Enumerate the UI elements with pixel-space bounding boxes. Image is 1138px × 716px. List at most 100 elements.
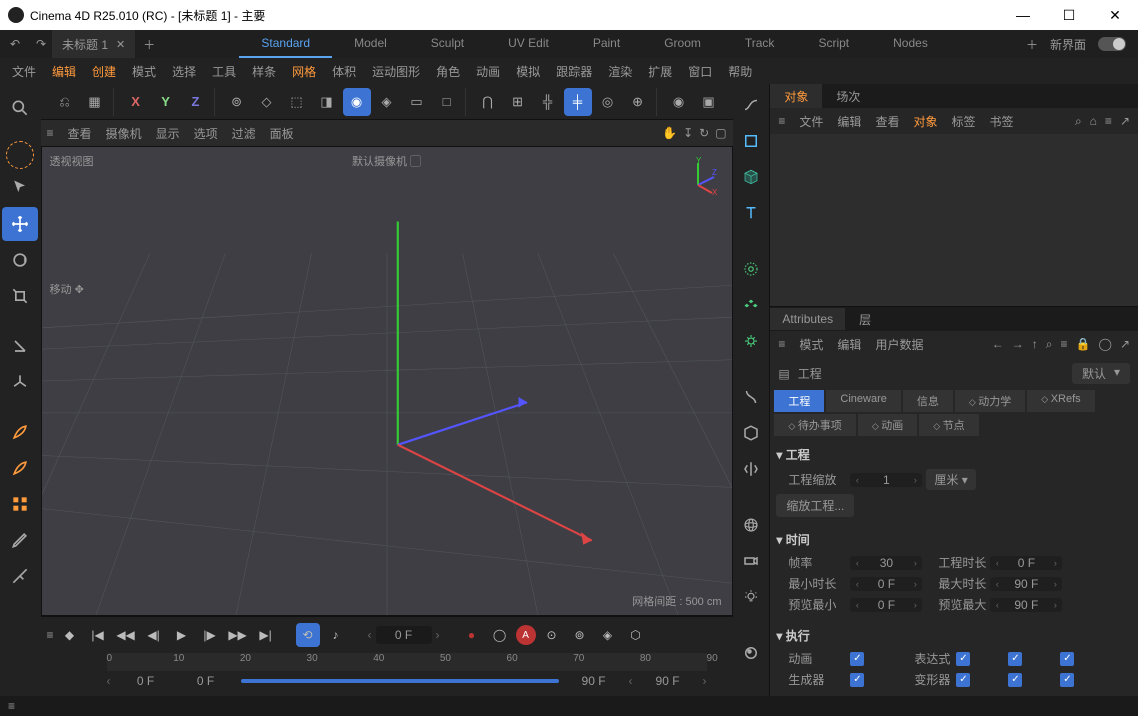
autokey-button[interactable]: A — [516, 625, 536, 645]
filter-icon[interactable]: ≡ — [1061, 337, 1068, 352]
cursor-tool[interactable] — [2, 171, 38, 205]
hamburger-icon[interactable]: ≡ — [778, 114, 785, 128]
text-icon[interactable] — [736, 198, 766, 228]
field[interactable]: ‹0 F› — [850, 577, 922, 591]
hamburger-icon[interactable]: ≡ — [778, 337, 785, 351]
menu-11[interactable]: 动画 — [476, 63, 500, 80]
search-icon[interactable]: ⌕ — [1075, 114, 1082, 129]
vp-menu-view[interactable]: 查看 — [68, 125, 92, 142]
obj-menu-file[interactable]: 文件 — [799, 113, 823, 130]
unit-select[interactable]: 厘米 ▾ — [926, 469, 975, 490]
plane-icon[interactable]: ▭ — [403, 88, 431, 116]
play-button[interactable]: ▶ — [170, 623, 194, 647]
vp-menu-filter[interactable]: 过滤 — [232, 125, 256, 142]
cube-primitive-icon[interactable] — [736, 162, 766, 192]
tab-layer[interactable]: 层 — [845, 307, 885, 332]
crumb-label[interactable]: 工程 — [798, 365, 822, 382]
attr-menu-edit[interactable]: 编辑 — [837, 336, 861, 353]
move-tool[interactable] — [2, 207, 38, 241]
checkbox[interactable]: ✓ — [1008, 673, 1022, 687]
next-frame-button[interactable]: |▶ — [198, 623, 222, 647]
render-region-icon[interactable]: ▣ — [695, 88, 723, 116]
range-end[interactable]: 90 F — [569, 674, 619, 688]
cube-solid-icon[interactable]: ◉ — [343, 88, 371, 116]
attr-tab-5[interactable]: 待办事项 — [774, 414, 855, 436]
layout-tab-script[interactable]: Script — [796, 30, 871, 58]
field[interactable]: ‹30› — [850, 556, 922, 570]
magnet-icon[interactable]: ⋂ — [474, 88, 502, 116]
prev-frame-button[interactable]: ◀| — [142, 623, 166, 647]
layout-tab-uv edit[interactable]: UV Edit — [486, 30, 571, 58]
layout-tab-track[interactable]: Track — [723, 30, 797, 58]
history-icon[interactable]: ⎌ — [51, 88, 79, 116]
menu-4[interactable]: 选择 — [172, 63, 196, 80]
rect-primitive-icon[interactable] — [736, 126, 766, 156]
field[interactable]: ‹0 F› — [850, 598, 922, 612]
attr-tab-2[interactable]: 信息 — [903, 390, 953, 412]
menu-1[interactable]: 编辑 — [52, 63, 76, 80]
crumb-select[interactable]: 默认▾ — [1072, 363, 1130, 384]
field[interactable]: ‹90 F› — [990, 598, 1062, 612]
menu-13[interactable]: 跟踪器 — [556, 63, 592, 80]
material-icon[interactable] — [736, 638, 766, 668]
attr-tab-6[interactable]: 动画 — [858, 414, 917, 436]
popout-icon[interactable]: ↗ — [1120, 114, 1130, 129]
rotate-tool[interactable] — [2, 243, 38, 277]
camera-icon[interactable] — [736, 546, 766, 576]
new-icon[interactable]: ◯ — [1099, 337, 1112, 352]
obj-menu-bookmarks[interactable]: 书签 — [989, 113, 1013, 130]
axis-gizmo[interactable]: Y Z X — [678, 157, 718, 197]
layout-add-icon[interactable]: ＋ — [1026, 36, 1038, 53]
loop-button[interactable]: ⟲ — [296, 623, 320, 647]
obj-menu-view[interactable]: 查看 — [875, 113, 899, 130]
tab-takes[interactable]: 场次 — [822, 84, 874, 109]
goto-start-button[interactable]: |◀ — [86, 623, 110, 647]
obj-menu-objects[interactable]: 对象 — [913, 113, 937, 130]
vp-menu-camera[interactable]: 摄像机 — [106, 125, 142, 142]
attr-tab-1[interactable]: Cineware — [826, 390, 900, 412]
next-key-button[interactable]: ▶▶ — [226, 623, 250, 647]
effector-icon[interactable] — [736, 326, 766, 356]
play-marker-icon[interactable]: ◆ — [58, 623, 82, 647]
tab-objects[interactable]: 对象 — [770, 84, 822, 109]
keyframe-button[interactable]: ◯ — [488, 623, 512, 647]
checkbox[interactable]: ✓ — [850, 652, 864, 666]
light-icon[interactable] — [736, 582, 766, 612]
timeline-ruler[interactable]: 0102030405060708090 — [107, 653, 707, 671]
vp-rotate-icon[interactable]: ↻ — [699, 126, 709, 140]
cloner-icon[interactable] — [2, 487, 38, 521]
axis-x[interactable]: X — [122, 88, 150, 116]
vp-menu-panel[interactable]: 面板 — [270, 125, 294, 142]
layout-tab-sculpt[interactable]: Sculpt — [409, 30, 486, 58]
current-frame[interactable]: 0 F — [376, 626, 432, 644]
maximize-button[interactable]: ☐ — [1046, 0, 1092, 30]
symmetry-icon[interactable] — [736, 454, 766, 484]
field[interactable]: ‹0 F› — [990, 556, 1062, 570]
nav-back-icon[interactable]: ← — [992, 337, 1004, 352]
menu-6[interactable]: 样条 — [252, 63, 276, 80]
key-scale-icon[interactable]: ◈ — [596, 623, 620, 647]
field-icon[interactable] — [736, 254, 766, 284]
globe-icon[interactable] — [736, 510, 766, 540]
axis-z[interactable]: Z — [182, 88, 210, 116]
obj-menu-edit[interactable]: 编辑 — [837, 113, 861, 130]
checkbox[interactable]: ✓ — [1008, 652, 1022, 666]
goto-end-button[interactable]: ▶| — [254, 623, 278, 647]
scene-icon[interactable] — [736, 418, 766, 448]
home-icon[interactable]: ⌂ — [1090, 114, 1097, 129]
layout-tab-groom[interactable]: Groom — [642, 30, 723, 58]
add-document-tab[interactable]: ＋ — [135, 36, 163, 53]
range-end2[interactable]: 90 F — [643, 674, 693, 688]
layout-tab-standard[interactable]: Standard — [239, 30, 332, 58]
minimize-button[interactable]: — — [1000, 0, 1046, 30]
newui-toggle[interactable] — [1098, 37, 1126, 51]
menu-17[interactable]: 帮助 — [728, 63, 752, 80]
prev-key-button[interactable]: ◀◀ — [114, 623, 138, 647]
filter-icon[interactable]: ≡ — [1105, 114, 1112, 129]
mograph-icon[interactable] — [736, 290, 766, 320]
layout-tab-nodes[interactable]: Nodes — [871, 30, 950, 58]
attr-tab-4[interactable]: XRefs — [1027, 390, 1094, 412]
vp-zoom-icon[interactable]: ↧ — [683, 126, 693, 140]
document-tab[interactable]: 未标题 1 ✕ — [52, 30, 135, 58]
sound-icon[interactable]: ♪ — [324, 623, 348, 647]
